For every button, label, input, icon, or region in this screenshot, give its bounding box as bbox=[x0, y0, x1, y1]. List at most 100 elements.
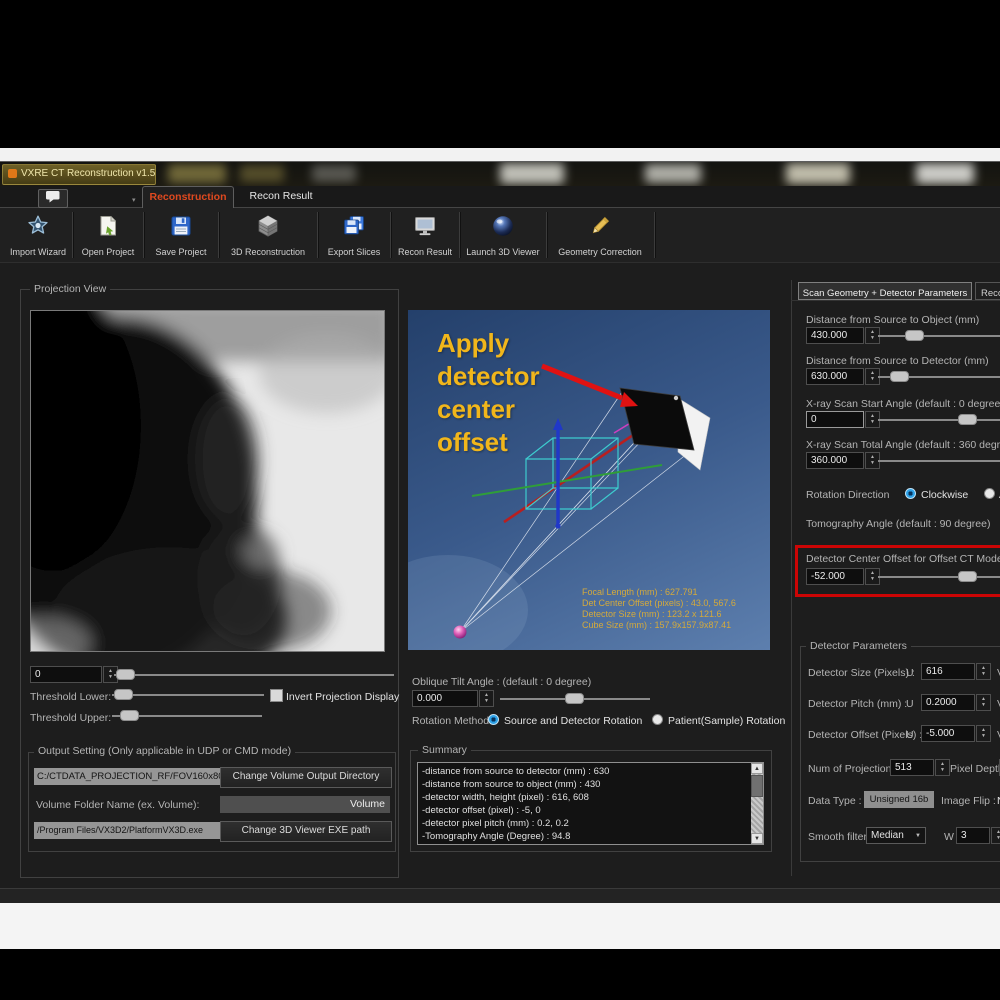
invert-projection-checkbox[interactable] bbox=[270, 689, 283, 702]
detector-offset-u-arrows[interactable]: ▲▼ bbox=[976, 725, 991, 742]
tab-reconstruction[interactable]: Reconstruction bbox=[142, 186, 234, 208]
total-angle-spinbox[interactable]: 360.000 ▲▼ bbox=[806, 452, 880, 469]
dsd-slider[interactable] bbox=[878, 370, 1000, 384]
toolbar-label: Import Wizard bbox=[10, 247, 66, 257]
data-type-value[interactable]: Unsigned 16b bbox=[864, 791, 934, 808]
slider-thumb[interactable] bbox=[114, 689, 133, 700]
oblique-tilt-spin-arrows[interactable]: ▲▼ bbox=[479, 690, 494, 707]
detector-size-u-value[interactable]: 616 bbox=[921, 663, 975, 680]
detector-pitch-u-arrows[interactable]: ▲▼ bbox=[976, 694, 991, 711]
detector-pitch-u-value[interactable]: 0.2000 bbox=[921, 694, 975, 711]
volume-output-directory-field[interactable]: C:/CTDATA_PROJECTION_RF/FOV160x80 bbox=[34, 768, 220, 785]
chevron-down-icon: ▼ bbox=[915, 833, 921, 839]
toolbar-button-open-project[interactable]: Open Project bbox=[76, 211, 140, 260]
summary-listbox[interactable]: -distance from source to detector (mm) :… bbox=[417, 762, 764, 845]
panel-splitter[interactable] bbox=[791, 280, 792, 876]
tab-recon-result[interactable]: Recon Result bbox=[238, 186, 324, 207]
slider-thumb[interactable] bbox=[565, 693, 584, 704]
slider-thumb[interactable] bbox=[116, 669, 135, 680]
rotation-direction-radio-clockwise[interactable] bbox=[905, 488, 916, 499]
glare-blob bbox=[500, 163, 564, 184]
annotation-line: center bbox=[437, 394, 515, 425]
toolbar-label: Save Project bbox=[155, 247, 206, 257]
quick-access-button[interactable] bbox=[38, 189, 68, 208]
toolbar-button-launch-3d-viewer[interactable]: Launch 3D Viewer bbox=[463, 211, 543, 260]
toolbar-button-save-project[interactable]: Save Project bbox=[147, 211, 215, 260]
start-angle-value[interactable]: 0 bbox=[806, 411, 864, 428]
dso-label: Distance from Source to Object (mm) bbox=[806, 314, 979, 326]
oblique-tilt-value[interactable]: 0.000 bbox=[412, 690, 478, 707]
detector-size-u-spinbox[interactable]: 616 ▲▼ bbox=[921, 663, 991, 680]
output-setting-group-label: Output Setting (Only applicable in UDP o… bbox=[34, 745, 295, 757]
total-angle-value[interactable]: 360.000 bbox=[806, 452, 864, 469]
detector-offset-u-value[interactable]: -5.000 bbox=[921, 725, 975, 742]
oblique-tilt-spinbox[interactable]: 0.000 ▲▼ bbox=[412, 690, 494, 707]
volume-folder-name-input[interactable]: Volume bbox=[220, 796, 390, 813]
pixel-depth-label: Pixel Depth bbox=[950, 763, 1000, 775]
dsd-spinbox[interactable]: 630.000 ▲▼ bbox=[806, 368, 880, 385]
scrollbar-down-icon[interactable]: ▼ bbox=[751, 833, 763, 844]
tab-recon-parameters[interactable]: Recon bbox=[975, 282, 1000, 300]
toolbar-separator bbox=[143, 212, 144, 258]
scrollbar-thumb[interactable] bbox=[751, 775, 763, 797]
num-projections-value[interactable]: 513 bbox=[890, 759, 934, 776]
viewer-stat-line: Det Center Offset (pixels) : 43.0, 567.6 bbox=[582, 598, 736, 608]
detector-center-offset-value[interactable]: -52.000 bbox=[806, 568, 864, 585]
quick-access-icon bbox=[45, 190, 61, 208]
toolbar-separator bbox=[72, 212, 73, 258]
detector-pitch-u-spinbox[interactable]: 0.2000 ▲▼ bbox=[921, 694, 991, 711]
smooth-filter-dropdown[interactable]: Median ▼ bbox=[866, 827, 926, 844]
oblique-tilt-slider[interactable] bbox=[500, 692, 650, 706]
total-angle-slider[interactable] bbox=[878, 454, 1000, 468]
smooth-filter-w-arrows[interactable]: ▲▼ bbox=[991, 827, 1000, 844]
rotation-method-radio-patient[interactable] bbox=[652, 714, 663, 725]
detector-offset-u-spinbox[interactable]: -5.000 ▲▼ bbox=[921, 725, 991, 742]
toolbar-button-export-slices[interactable]: Export Slices bbox=[321, 211, 387, 260]
rotation-direction-radio-anticlockwise[interactable] bbox=[984, 488, 995, 499]
rotation-method-radio-source-detector[interactable] bbox=[488, 714, 499, 725]
smooth-filter-w-spinbox[interactable]: 3 ▲▼ bbox=[956, 827, 1000, 844]
frame-index-spinbox[interactable]: 0 ▲▼ bbox=[30, 666, 118, 683]
rotation-direction-option-label: Clockwise bbox=[921, 489, 968, 501]
detector-center-offset-slider[interactable] bbox=[878, 570, 1000, 584]
num-projections-arrows[interactable]: ▲▼ bbox=[935, 759, 950, 776]
viewer-exe-path-field[interactable]: /Program Files/VX3D2/PlatformVX3D.exe bbox=[34, 822, 220, 839]
frame-index-slider[interactable] bbox=[114, 668, 394, 682]
detector-size-u-arrows[interactable]: ▲▼ bbox=[976, 663, 991, 680]
num-projections-spinbox[interactable]: 513 ▲▼ bbox=[890, 759, 950, 776]
slider-thumb[interactable] bbox=[905, 330, 924, 341]
detector-center-offset-spinbox[interactable]: -52.000 ▲▼ bbox=[806, 568, 880, 585]
dsd-value[interactable]: 630.000 bbox=[806, 368, 864, 385]
toolbar-label: Export Slices bbox=[328, 247, 381, 257]
dso-value[interactable]: 430.000 bbox=[806, 327, 864, 344]
summary-line: -distance from source to detector (mm) :… bbox=[422, 766, 609, 777]
change-volume-directory-button[interactable]: Change Volume Output Directory bbox=[220, 767, 392, 788]
toolbar-button-3d-reconstruction[interactable]: 3D Reconstruction bbox=[222, 211, 314, 260]
geometry-3d-viewport[interactable]: Apply detector center offset Focal Lengt… bbox=[408, 310, 770, 650]
slider-thumb[interactable] bbox=[958, 414, 977, 425]
smooth-filter-w-value[interactable]: 3 bbox=[956, 827, 990, 844]
tomography-angle-label: Tomography Angle (default : 90 degree) bbox=[806, 518, 990, 530]
start-angle-spinbox[interactable]: 0 ▲▼ bbox=[806, 411, 880, 428]
threshold-lower-slider[interactable] bbox=[112, 688, 264, 702]
dso-spinbox[interactable]: 430.000 ▲▼ bbox=[806, 327, 880, 344]
change-3d-viewer-exe-button[interactable]: Change 3D Viewer EXE path bbox=[220, 821, 392, 842]
toolbar-button-import-wizard[interactable]: Import Wizard bbox=[6, 211, 70, 260]
slider-thumb[interactable] bbox=[958, 571, 977, 582]
toolbar-button-geometry-correction[interactable]: Geometry Correction bbox=[550, 211, 650, 260]
quick-access-dropdown-icon[interactable]: ▾ bbox=[132, 196, 136, 204]
slider-thumb[interactable] bbox=[890, 371, 909, 382]
frame-index-value[interactable]: 0 bbox=[30, 666, 102, 683]
dso-slider[interactable] bbox=[878, 329, 1000, 343]
num-projections-label: Num of Projections bbox=[808, 763, 897, 775]
slider-thumb[interactable] bbox=[120, 710, 139, 721]
wizard-star-icon bbox=[26, 214, 50, 243]
scrollbar-up-icon[interactable]: ▲ bbox=[751, 763, 763, 774]
slider-track bbox=[114, 674, 394, 676]
toolbar-button-recon-result[interactable]: Recon Result bbox=[394, 211, 456, 260]
white-strip-top bbox=[0, 148, 1000, 161]
threshold-upper-slider[interactable] bbox=[112, 709, 262, 723]
tab-scan-geometry[interactable]: Scan Geometry + Detector Parameters bbox=[798, 282, 972, 300]
summary-line: -Tomography Angle (Degree) : 94.8 bbox=[422, 831, 570, 842]
start-angle-slider[interactable] bbox=[878, 413, 1000, 427]
